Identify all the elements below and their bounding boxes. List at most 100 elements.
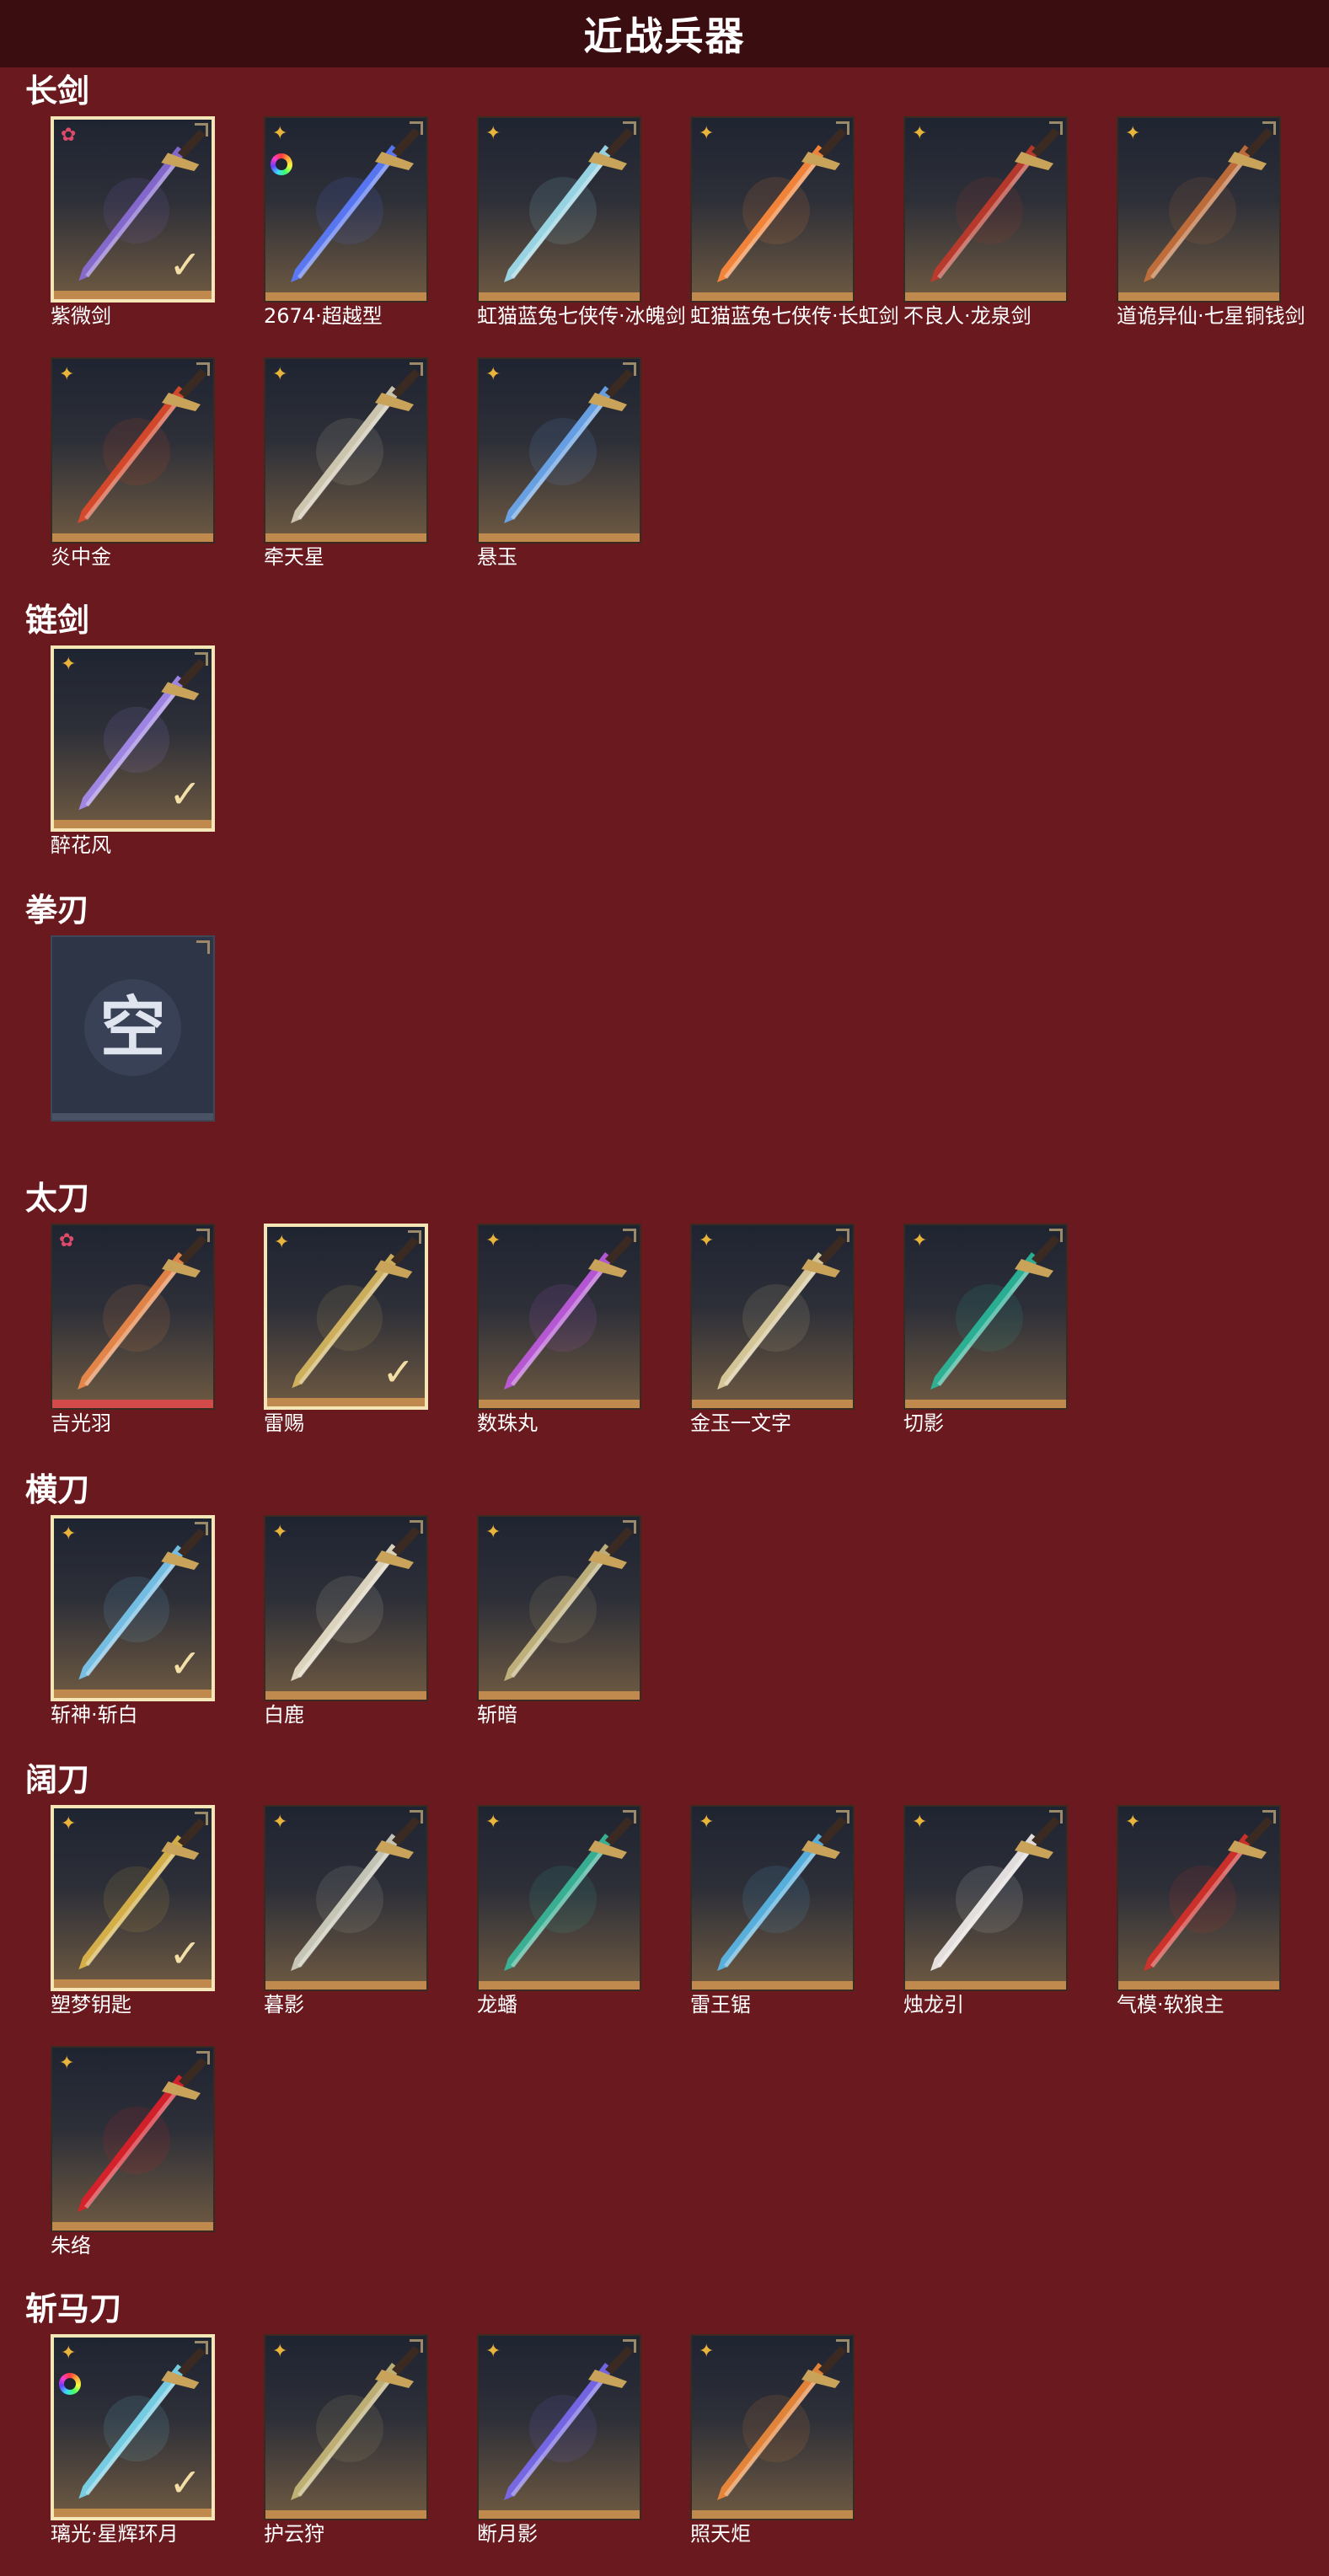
weapon-card[interactable]: ✦ 道诡异仙·七星铜钱剑 [1117, 116, 1305, 328]
weapon-card[interactable]: ✦ 不良人·龙泉剑 [903, 116, 1068, 328]
weapon-thumbnail[interactable]: ✦ [477, 1224, 641, 1410]
weapon-thumbnail[interactable]: ✦ [1117, 1805, 1281, 1991]
corner-bracket-icon [410, 1810, 423, 1824]
rarity-bar [692, 1400, 853, 1408]
weapon-card[interactable]: ✦ 雷王锯 [690, 1805, 855, 2016]
weapon-card[interactable]: ✦ ✓ 塑梦钥匙 [51, 1805, 215, 2016]
rarity-bar [1118, 1981, 1279, 1990]
weapon-thumbnail[interactable]: ✦ [690, 1224, 855, 1410]
weapon-card[interactable]: ✦ 牵天星 [264, 357, 428, 569]
weapon-thumbnail[interactable]: ✦ [51, 2046, 215, 2232]
weapon-image [717, 1817, 847, 1971]
weapon-image [78, 1235, 207, 1390]
weapon-thumbnail[interactable]: ✦ ✓ [51, 1805, 215, 1991]
weapon-thumbnail[interactable]: ✦ [264, 2334, 428, 2520]
weapon-card[interactable]: ✦ 2674·超越型 [264, 116, 428, 328]
weapon-card[interactable]: ✦ 照天炬 [690, 2334, 855, 2546]
rarity-bar [52, 533, 213, 542]
weapon-thumbnail[interactable]: ✦ [264, 357, 428, 544]
weapon-image [504, 1527, 634, 1681]
weapon-card[interactable]: ✦ 护云狩 [264, 2334, 428, 2546]
weapon-thumbnail[interactable]: ✦ [1117, 116, 1281, 303]
weapon-card[interactable]: ✦ 斩暗 [477, 1515, 641, 1727]
weapon-card[interactable]: ✦ 金玉一文字 [690, 1224, 855, 1435]
weapon-thumbnail[interactable]: ✦ [477, 1805, 641, 1991]
gold-star-rarity-icon: ✦ [272, 1812, 288, 1833]
weapon-thumbnail[interactable]: ✦ [477, 116, 641, 303]
weapon-card[interactable]: ✦ 悬玉 [477, 357, 641, 569]
gold-star-rarity-icon: ✦ [912, 1812, 928, 1833]
weapon-thumbnail[interactable]: ✿ [51, 1224, 215, 1410]
weapon-card[interactable]: ✦ ✓ 醉花风 [51, 645, 215, 857]
weapon-thumbnail[interactable]: ✦ ✓ [264, 1224, 428, 1410]
gold-star-rarity-icon: ✦ [912, 123, 928, 144]
weapon-card[interactable]: ✦ 白鹿 [264, 1515, 428, 1727]
weapon-card[interactable]: ✿ 吉光羽 [51, 1224, 215, 1435]
weapon-thumbnail[interactable]: ✿ ✓ [51, 116, 215, 303]
weapon-thumbnail[interactable]: ✦ [690, 116, 855, 303]
corner-bracket-icon [623, 1810, 636, 1824]
weapon-thumbnail[interactable]: ✦ [903, 1805, 1068, 1991]
corner-bracket-icon [408, 1230, 421, 1244]
weapon-thumbnail[interactable]: ✦ [264, 116, 428, 303]
weapon-thumbnail[interactable]: ✦ [690, 1805, 855, 1991]
weapon-image [291, 1817, 421, 1971]
weapon-card[interactable]: ✦ 切影 [903, 1224, 1068, 1435]
corner-bracket-icon [195, 1812, 208, 1825]
rarity-bar [692, 2510, 853, 2519]
weapon-thumbnail[interactable]: ✦ [690, 2334, 855, 2520]
weapon-thumbnail[interactable]: ✦ [477, 1515, 641, 1701]
corner-bracket-icon [623, 362, 636, 376]
gold-star-rarity-icon: ✦ [485, 1230, 501, 1251]
weapon-card[interactable]: ✦ ✓ 斩神·斩白 [51, 1515, 215, 1727]
checkmark-icon: ✓ [169, 2460, 201, 2505]
weapon-card[interactable]: ✦ 虹猫蓝兔七侠传·长虹剑 [690, 116, 899, 328]
weapon-image [78, 2058, 207, 2212]
weapon-thumbnail[interactable]: ✦ [51, 357, 215, 544]
weapon-card[interactable]: ✦ 朱络 [51, 2046, 215, 2257]
gold-star-rarity-icon: ✦ [61, 1813, 77, 1834]
weapon-image [504, 128, 634, 282]
weapon-thumbnail[interactable]: 空 [51, 935, 215, 1122]
rarity-bar [265, 292, 426, 301]
weapon-thumbnail[interactable]: ✦ ✓ [51, 2334, 215, 2520]
gold-star-rarity-icon: ✦ [699, 2341, 715, 2362]
corner-bracket-icon [195, 2341, 208, 2354]
weapon-thumbnail[interactable]: ✦ [477, 2334, 641, 2520]
weapon-card[interactable]: ✦ 虹猫蓝兔七侠传·冰魄剑 [477, 116, 686, 328]
gold-star-rarity-icon: ✦ [61, 654, 77, 675]
weapon-card[interactable]: ✦ 气模·软狼主 [1117, 1805, 1281, 2016]
weapon-card[interactable]: ✦ ✓ 雷赐 [264, 1224, 428, 1435]
weapon-card[interactable]: ✦ 暮影 [264, 1805, 428, 2016]
corner-bracket-icon [410, 362, 423, 376]
weapon-image [930, 1235, 1060, 1390]
weapon-card[interactable]: ✦ 断月影 [477, 2334, 641, 2546]
rarity-bar [479, 1981, 640, 1990]
rarity-bar [479, 533, 640, 542]
corner-bracket-icon [195, 123, 208, 137]
weapon-name: 切影 [903, 1411, 944, 1435]
checkmark-icon: ✓ [382, 1349, 415, 1395]
weapon-card[interactable]: ✦ 数珠丸 [477, 1224, 641, 1435]
gold-star-rarity-icon: ✦ [485, 364, 501, 385]
weapon-thumbnail[interactable]: ✦ ✓ [51, 645, 215, 832]
weapon-card[interactable]: ✦ 炎中金 [51, 357, 215, 569]
weapon-thumbnail[interactable]: ✦ [903, 116, 1068, 303]
weapon-thumbnail[interactable]: ✦ [903, 1224, 1068, 1410]
weapon-thumbnail[interactable]: ✦ [477, 357, 641, 544]
weapon-card[interactable]: ✦ 烛龙引 [903, 1805, 1068, 2016]
weapon-thumbnail[interactable]: ✦ [264, 1805, 428, 1991]
corner-bracket-icon [196, 1229, 210, 1242]
gold-star-rarity-icon: ✦ [699, 123, 715, 144]
weapon-image [504, 2346, 634, 2500]
weapon-card[interactable]: ✿ ✓ 紫微剑 [51, 116, 215, 328]
gold-star-rarity-icon: ✦ [485, 123, 501, 144]
checkmark-icon: ✓ [169, 1641, 201, 1686]
weapon-thumbnail[interactable]: ✦ [264, 1515, 428, 1701]
corner-bracket-icon [836, 121, 849, 135]
empty-slot-card[interactable]: 空 [51, 935, 215, 1122]
weapon-card[interactable]: ✦ 龙蟠 [477, 1805, 641, 2016]
corner-bracket-icon [836, 1229, 849, 1242]
weapon-thumbnail[interactable]: ✦ ✓ [51, 1515, 215, 1701]
weapon-card[interactable]: ✦ ✓ 璃光·星辉环月 [51, 2334, 215, 2546]
